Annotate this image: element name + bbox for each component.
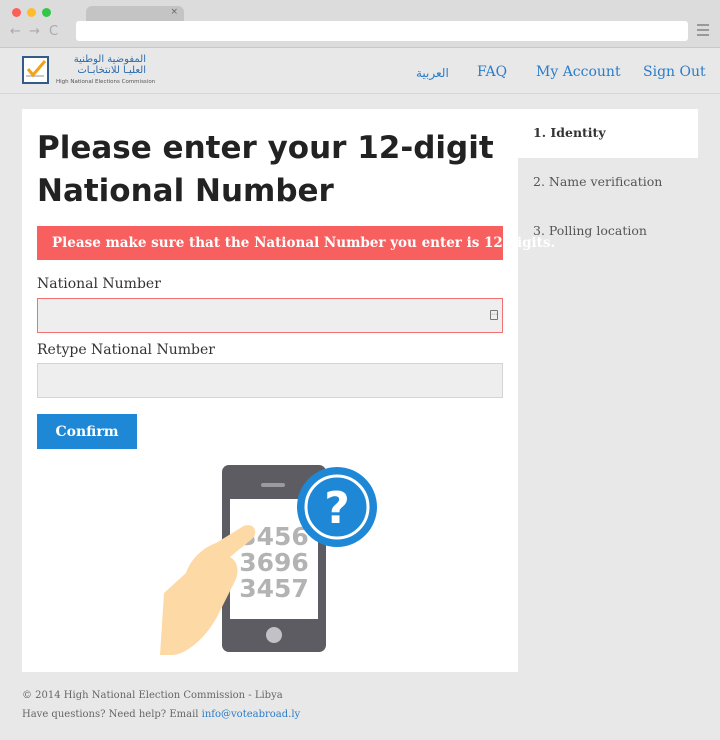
question-mark-icon: ? [324, 483, 350, 534]
footer-email-link[interactable]: info@voteabroad.ly [202, 709, 301, 720]
nav-sign-out-link[interactable]: Sign Out [643, 64, 706, 80]
error-alert: Please make sure that the National Numbe… [37, 226, 555, 260]
autofill-key-icon[interactable]: ⋯ [490, 310, 498, 320]
tab-close-icon[interactable]: × [170, 7, 178, 17]
browser-chrome: × ← → C [0, 0, 720, 48]
logo-english-text: High National Elections Commission [56, 79, 156, 85]
forward-arrow-icon[interactable]: → [29, 24, 40, 39]
phone-digits-row-2: 3696 [239, 548, 309, 577]
national-number-label: National Number [37, 276, 161, 292]
nav-arabic-link[interactable]: العربية [416, 66, 449, 80]
back-arrow-icon[interactable]: ← [10, 24, 21, 39]
maximize-window-button[interactable] [42, 8, 51, 17]
close-window-button[interactable] [12, 8, 21, 17]
phone-digits-row-3: 3457 [239, 574, 309, 603]
progress-steps: 1. Identity 2. Name verification 3. Poll… [518, 109, 698, 256]
phone-illustration: 3456 3696 3457 ? [160, 465, 377, 655]
phone-speaker [261, 483, 285, 487]
phone-home-button [266, 627, 282, 643]
minimize-window-button[interactable] [27, 8, 36, 17]
site-header: المفوضية الوطنية العليـا للانتخابـات Hig… [0, 48, 720, 94]
footer-copyright: © 2014 High National Election Commission… [22, 690, 283, 701]
browser-menu-icon[interactable] [697, 24, 709, 39]
national-number-input[interactable]: ⋯ [37, 298, 503, 333]
identity-form-panel: Please enter your 12-digit National Numb… [22, 109, 555, 672]
footer-help: Have questions? Need help? Email info@vo… [22, 709, 300, 720]
retype-national-number-label: Retype National Number [37, 342, 215, 358]
confirm-button[interactable]: Confirm [37, 414, 137, 449]
logo-arabic-line2: العليـا للانتخابـات [77, 65, 146, 76]
footer-help-text: Have questions? Need help? Email [22, 709, 199, 720]
nav-faq-link[interactable]: FAQ [477, 64, 507, 80]
retype-national-number-input[interactable] [37, 363, 503, 398]
nav-my-account-link[interactable]: My Account [536, 64, 621, 80]
reload-icon[interactable]: C [49, 24, 58, 39]
page-title: Please enter your 12-digit National Numb… [37, 130, 494, 209]
step-name-verification: 2. Name verification [533, 174, 663, 189]
browser-tab[interactable]: × [86, 6, 184, 22]
ballot-check-icon [22, 56, 49, 84]
step-polling-location: 3. Polling location [533, 223, 647, 238]
hnec-logo[interactable]: المفوضية الوطنية العليـا للانتخابـات Hig… [22, 54, 155, 88]
address-bar[interactable] [76, 21, 688, 41]
step-identity: 1. Identity [518, 109, 698, 158]
